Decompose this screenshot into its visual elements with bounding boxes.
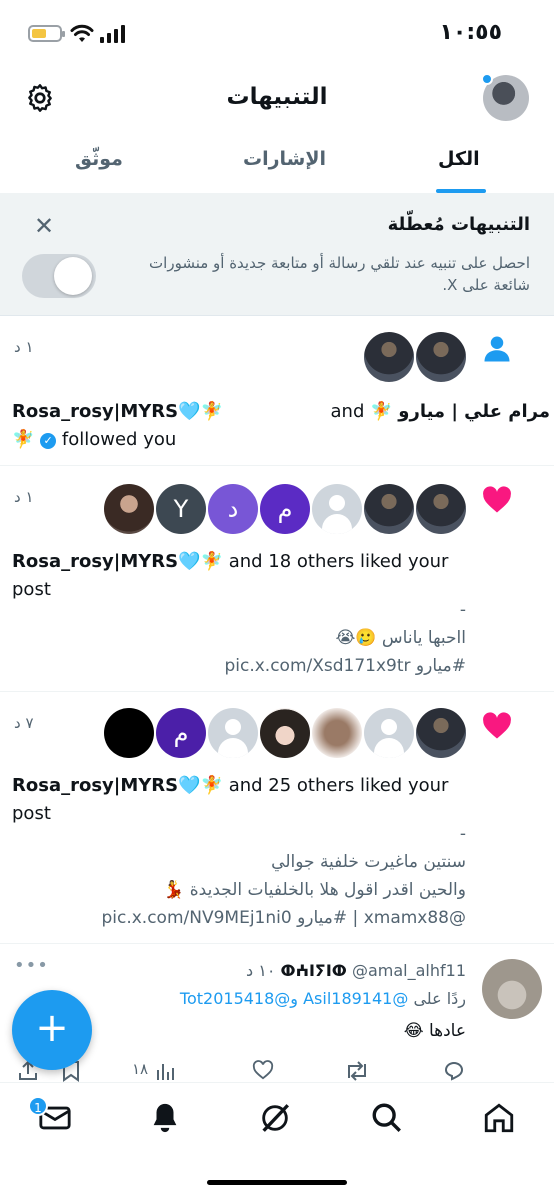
wifi-icon [70, 24, 94, 42]
tweet-text: عادها 😂 [403, 1021, 466, 1041]
avatar-default[interactable] [208, 708, 258, 758]
views-count: ١٨ [132, 1060, 149, 1078]
actor-name[interactable]: Rosa_rosy|MYRS [12, 775, 178, 796]
tweet-author-avatar[interactable] [482, 959, 542, 1019]
close-icon[interactable]: ✕ [34, 212, 54, 240]
status-time: ١٠:٥٥ [439, 20, 502, 45]
avatar[interactable] [260, 708, 310, 758]
avatar[interactable] [364, 484, 414, 534]
avatar[interactable]: م [156, 708, 206, 758]
avatar[interactable]: Y [156, 484, 206, 534]
tweet-header: ⵀⵄⵏⵢⵏⵀ @amal_alhf11 ١٠ د [246, 961, 466, 980]
avatar-default[interactable] [364, 708, 414, 758]
verified-badge-icon: ✓ [40, 433, 57, 449]
battery-icon [28, 25, 65, 42]
preview-line: #ميارو pic.x.com/Xsd171x9tr [224, 656, 466, 676]
post-preview[interactable]: - ااحبها ياناس 🥲😭 #ميارو pic.x.com/Xsd17… [26, 596, 466, 680]
home-icon[interactable] [482, 1101, 516, 1135]
avatar[interactable] [416, 708, 466, 758]
avatar[interactable] [364, 332, 414, 382]
tweet-author-name[interactable]: ⵀⵄⵏⵢⵏⵀ [281, 961, 347, 980]
notification-action: followed you [61, 429, 177, 450]
tab-all[interactable]: الكل [438, 148, 480, 170]
actor-name[interactable]: Rosa_rosy|MYRS [12, 551, 178, 572]
post-preview[interactable]: - سنتين ماغيرت خلفية جوالي والحين اقدر ا… [26, 820, 466, 932]
reply-icon[interactable] [442, 1060, 466, 1082]
notification-time: ١ د [14, 488, 34, 506]
unread-dot [481, 73, 493, 85]
avatar[interactable] [104, 484, 154, 534]
avatar[interactable] [416, 484, 466, 534]
avatar[interactable]: م [260, 484, 310, 534]
page-title: التنبيهات [226, 84, 328, 110]
notification-follow[interactable]: ١ د مرام علي | ميارو 🧚 and Rosa_rosy|MYR… [0, 316, 554, 466]
follower-name-2[interactable]: Rosa_rosy|MYRS [12, 401, 178, 422]
preview-line: - [459, 600, 466, 620]
heart-icon [483, 712, 511, 739]
banner-title: التنبيهات مُعطّلة [387, 214, 530, 235]
emoji: 🩵🧚 [178, 775, 223, 796]
preview-line: - [459, 824, 466, 844]
repost-icon[interactable] [344, 1060, 370, 1082]
reply-mentions[interactable]: @Asil189141 و@Tot2015418 [180, 989, 408, 1008]
toggle-knob [54, 257, 92, 295]
notification-time: ١ د [14, 338, 34, 356]
banner-description: احصل على تنبيه عند تلقي رسالة أو متابعة … [149, 254, 530, 294]
emoji: 🩵🧚 [178, 401, 223, 422]
avatar[interactable] [312, 708, 362, 758]
cellular-signal-icon [100, 25, 126, 43]
avatar[interactable] [416, 332, 466, 382]
preview-line: سنتين ماغيرت خلفية جوالي [271, 852, 466, 872]
preview-line: @xmamx88 | #ميارو pic.x.com/NV9MEj1ni0 [101, 908, 466, 928]
profile-avatar[interactable] [481, 73, 529, 121]
notifications-toggle[interactable] [22, 254, 96, 298]
analytics-icon[interactable] [156, 1060, 176, 1082]
tweet-handle[interactable]: @amal_alhf11 [352, 961, 466, 980]
emoji: 🩵🧚 [178, 551, 223, 572]
home-indicator [207, 1180, 347, 1185]
tab-mentions[interactable]: الإشارات [243, 148, 326, 170]
preview-line: والحين اقدر اقول هلا بالخلفيات الجديدة 💃 [163, 880, 466, 900]
notification-time: ٧ د [14, 714, 34, 732]
notification-like[interactable]: ١ د م د Y Rosa_rosy|MYRS🩵🧚 and 18 others… [0, 466, 554, 692]
grok-icon[interactable] [258, 1101, 292, 1135]
messages-badge: 1 [28, 1096, 48, 1116]
avatar[interactable] [104, 708, 154, 758]
follower-name-1[interactable]: مرام علي | ميارو [398, 401, 550, 422]
avatar[interactable]: د [208, 484, 258, 534]
compose-button[interactable]: + [12, 990, 92, 1070]
tab-verified[interactable]: موثّق [75, 148, 123, 170]
preview-line: ااحبها ياناس 🥲😭 [335, 628, 466, 648]
notification-tabs: موثّق الإشارات الكل [0, 138, 554, 194]
like-icon[interactable] [252, 1060, 274, 1080]
reply-context: ردًا على @Asil189141 و@Tot2015418 [180, 989, 466, 1008]
reply-label: ردًا على [413, 989, 466, 1008]
active-tab-indicator [436, 189, 486, 193]
status-bar: ١٠:٥٥ [0, 0, 554, 70]
conjunction: and [330, 401, 365, 422]
notifications-disabled-banner: ✕ التنبيهات مُعطّلة احصل على تنبيه عند ت… [0, 194, 554, 316]
heart-icon [483, 486, 511, 513]
avatar-default[interactable] [312, 484, 362, 534]
header: التنبيهات [0, 70, 554, 130]
notifications-bell-icon[interactable] [148, 1101, 182, 1135]
notification-like[interactable]: ٧ د م Rosa_rosy|MYRS🩵🧚 and 25 others lik… [0, 692, 554, 944]
emoji: 🧚 [370, 401, 393, 422]
search-icon[interactable] [370, 1101, 404, 1135]
emoji: 🧚 [12, 429, 35, 450]
tweet-time: ١٠ د [246, 961, 276, 980]
more-options-icon[interactable]: ••• [14, 955, 49, 976]
person-icon [484, 336, 510, 362]
